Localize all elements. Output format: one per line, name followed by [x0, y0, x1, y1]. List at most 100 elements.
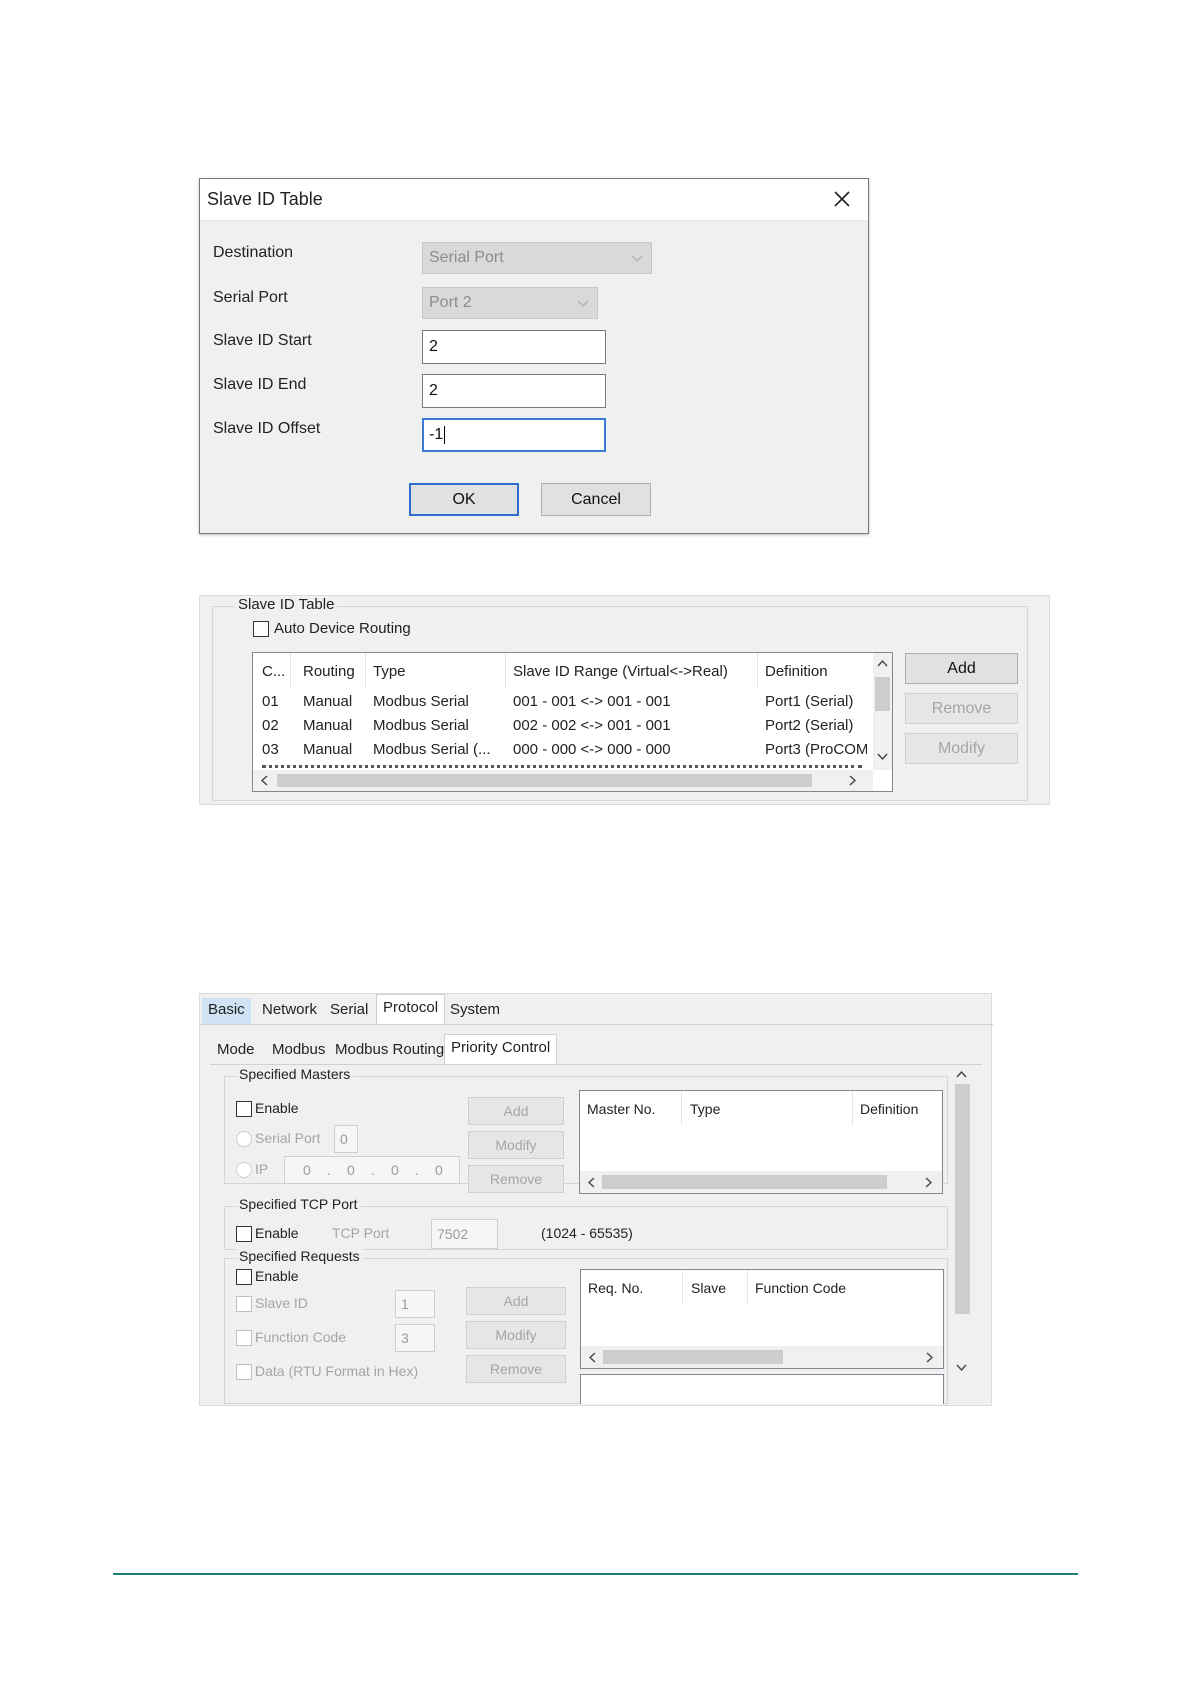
tab-mode[interactable]: Mode [211, 1038, 261, 1064]
slave-id-input[interactable]: 1 [395, 1290, 435, 1318]
tcp-port-range: (1024 - 65535) [541, 1225, 633, 1241]
scroll-left-icon[interactable] [260, 775, 268, 786]
data-input-area[interactable] [580, 1374, 944, 1404]
tcp-port-input[interactable]: 7502 [431, 1219, 498, 1249]
column-header[interactable]: Master No. [587, 1101, 655, 1117]
requests-modify-button[interactable]: Modify [466, 1321, 566, 1349]
horizontal-scrollbar[interactable] [253, 770, 873, 791]
serial-port-select[interactable]: Port 2 [422, 287, 598, 319]
column-header[interactable]: C... [262, 663, 285, 680]
column-header[interactable]: Type [690, 1101, 720, 1117]
slave-id-list[interactable]: C... Routing Type Slave ID Range (Virtua… [252, 652, 893, 792]
scroll-thumb[interactable] [603, 1350, 783, 1364]
settings-panel: Basic Network Serial Protocol System Mod… [199, 993, 993, 1406]
tab-protocol[interactable]: Protocol [376, 994, 446, 1024]
tab-modbus-routing[interactable]: Modbus Routing [329, 1038, 450, 1064]
requests-remove-button[interactable]: Remove [466, 1355, 566, 1383]
function-code-label: Function Code [255, 1329, 347, 1345]
column-header[interactable]: Definition [765, 663, 828, 680]
modify-button[interactable]: Modify [905, 733, 1018, 764]
subtab-divider [210, 1064, 982, 1065]
column-header[interactable]: Definition [860, 1101, 918, 1117]
column-header[interactable]: Function Code [755, 1280, 846, 1296]
function-code-checkbox[interactable] [236, 1330, 252, 1346]
scroll-thumb[interactable] [875, 677, 890, 711]
slave-id-offset-input[interactable]: -1 [422, 418, 606, 452]
horizontal-scrollbar[interactable] [581, 1346, 943, 1368]
masters-enable-checkbox[interactable] [236, 1101, 252, 1117]
remove-button[interactable]: Remove [905, 693, 1018, 724]
scroll-down-icon[interactable] [877, 753, 888, 761]
horizontal-scrollbar[interactable] [580, 1171, 942, 1193]
auto-device-routing-label: Auto Device Routing [274, 620, 411, 637]
tcp-port-label: TCP Port [332, 1225, 390, 1241]
tab-divider [200, 1024, 993, 1025]
row-cell: Port1 (Serial) [765, 693, 854, 710]
slave-id-checkbox[interactable] [236, 1296, 252, 1312]
scroll-right-icon[interactable] [925, 1177, 933, 1188]
close-icon[interactable] [830, 187, 854, 211]
ip-octet: 0 [303, 1162, 311, 1178]
ip-dot: . [371, 1162, 375, 1178]
tab-modbus[interactable]: Modbus [266, 1038, 331, 1064]
destination-label: Destination [213, 244, 294, 261]
column-header[interactable]: Type [373, 663, 406, 680]
column-header[interactable]: Routing [303, 663, 355, 680]
row-cell: Modbus Serial (... [373, 741, 491, 758]
serial-port-radio-label: Serial Port [255, 1130, 321, 1146]
row-cell: Modbus Serial [373, 693, 469, 710]
column-header[interactable]: Slave ID Range (Virtual<->Real) [513, 663, 728, 680]
chevron-down-icon [577, 300, 589, 307]
row-cell: 02 [262, 717, 279, 734]
slave-id-start-input[interactable]: 2 [422, 330, 606, 364]
add-button[interactable]: Add [905, 653, 1018, 684]
dialog-title: Slave ID Table [207, 189, 323, 209]
function-code-input[interactable]: 3 [395, 1324, 435, 1352]
ip-address-input[interactable]: 0 . 0 . 0 . 0 [284, 1156, 460, 1184]
masters-list[interactable]: Master No. Type Definition [579, 1090, 943, 1194]
scroll-right-icon[interactable] [849, 775, 857, 786]
destination-select[interactable]: Serial Port [422, 242, 652, 274]
masters-add-button[interactable]: Add [468, 1097, 564, 1125]
scroll-thumb[interactable] [277, 774, 812, 787]
ok-button[interactable]: OK [409, 483, 519, 516]
panel-vertical-scrollbar[interactable] [952, 1066, 972, 1378]
scroll-left-icon[interactable] [588, 1352, 596, 1363]
scroll-right-icon[interactable] [926, 1352, 934, 1363]
serial-port-radio[interactable] [236, 1131, 252, 1147]
scroll-left-icon[interactable] [587, 1177, 595, 1188]
tab-network[interactable]: Network [256, 998, 323, 1024]
auto-device-routing-checkbox[interactable] [253, 621, 269, 637]
requests-enable-checkbox[interactable] [236, 1269, 252, 1285]
column-header[interactable]: Req. No. [588, 1280, 643, 1296]
scroll-thumb[interactable] [955, 1084, 970, 1314]
vertical-scrollbar[interactable] [873, 653, 892, 770]
row-cell: Port3 (ProCOM [765, 741, 867, 758]
data-checkbox[interactable] [236, 1364, 252, 1380]
tcp-enable-checkbox[interactable] [236, 1226, 252, 1242]
ip-dot: . [415, 1162, 419, 1178]
chevron-down-icon [631, 255, 643, 262]
tab-priority-control[interactable]: Priority Control [444, 1034, 558, 1064]
ip-radio[interactable] [236, 1162, 252, 1178]
scroll-thumb[interactable] [602, 1175, 887, 1189]
column-header[interactable]: Slave [691, 1280, 726, 1296]
requests-add-button[interactable]: Add [466, 1287, 566, 1315]
cancel-button[interactable]: Cancel [541, 483, 651, 516]
scroll-up-icon[interactable] [956, 1070, 967, 1078]
masters-modify-button[interactable]: Modify [468, 1131, 564, 1159]
text-caret [444, 425, 446, 444]
row-cell: 000 - 000 <-> 000 - 000 [513, 741, 671, 758]
row-cell: Modbus Serial [373, 717, 469, 734]
scroll-down-icon[interactable] [956, 1364, 967, 1372]
slave-id-end-input[interactable]: 2 [422, 374, 606, 408]
tab-serial[interactable]: Serial [324, 998, 374, 1024]
ip-octet: 0 [391, 1162, 399, 1178]
requests-list[interactable]: Req. No. Slave Function Code [580, 1269, 944, 1369]
tab-system[interactable]: System [444, 998, 506, 1024]
masters-remove-button[interactable]: Remove [468, 1165, 564, 1193]
serial-port-input[interactable]: 0 [334, 1125, 358, 1153]
tab-basic[interactable]: Basic [202, 998, 251, 1024]
scroll-up-icon[interactable] [877, 659, 888, 667]
row-cell: 03 [262, 741, 279, 758]
